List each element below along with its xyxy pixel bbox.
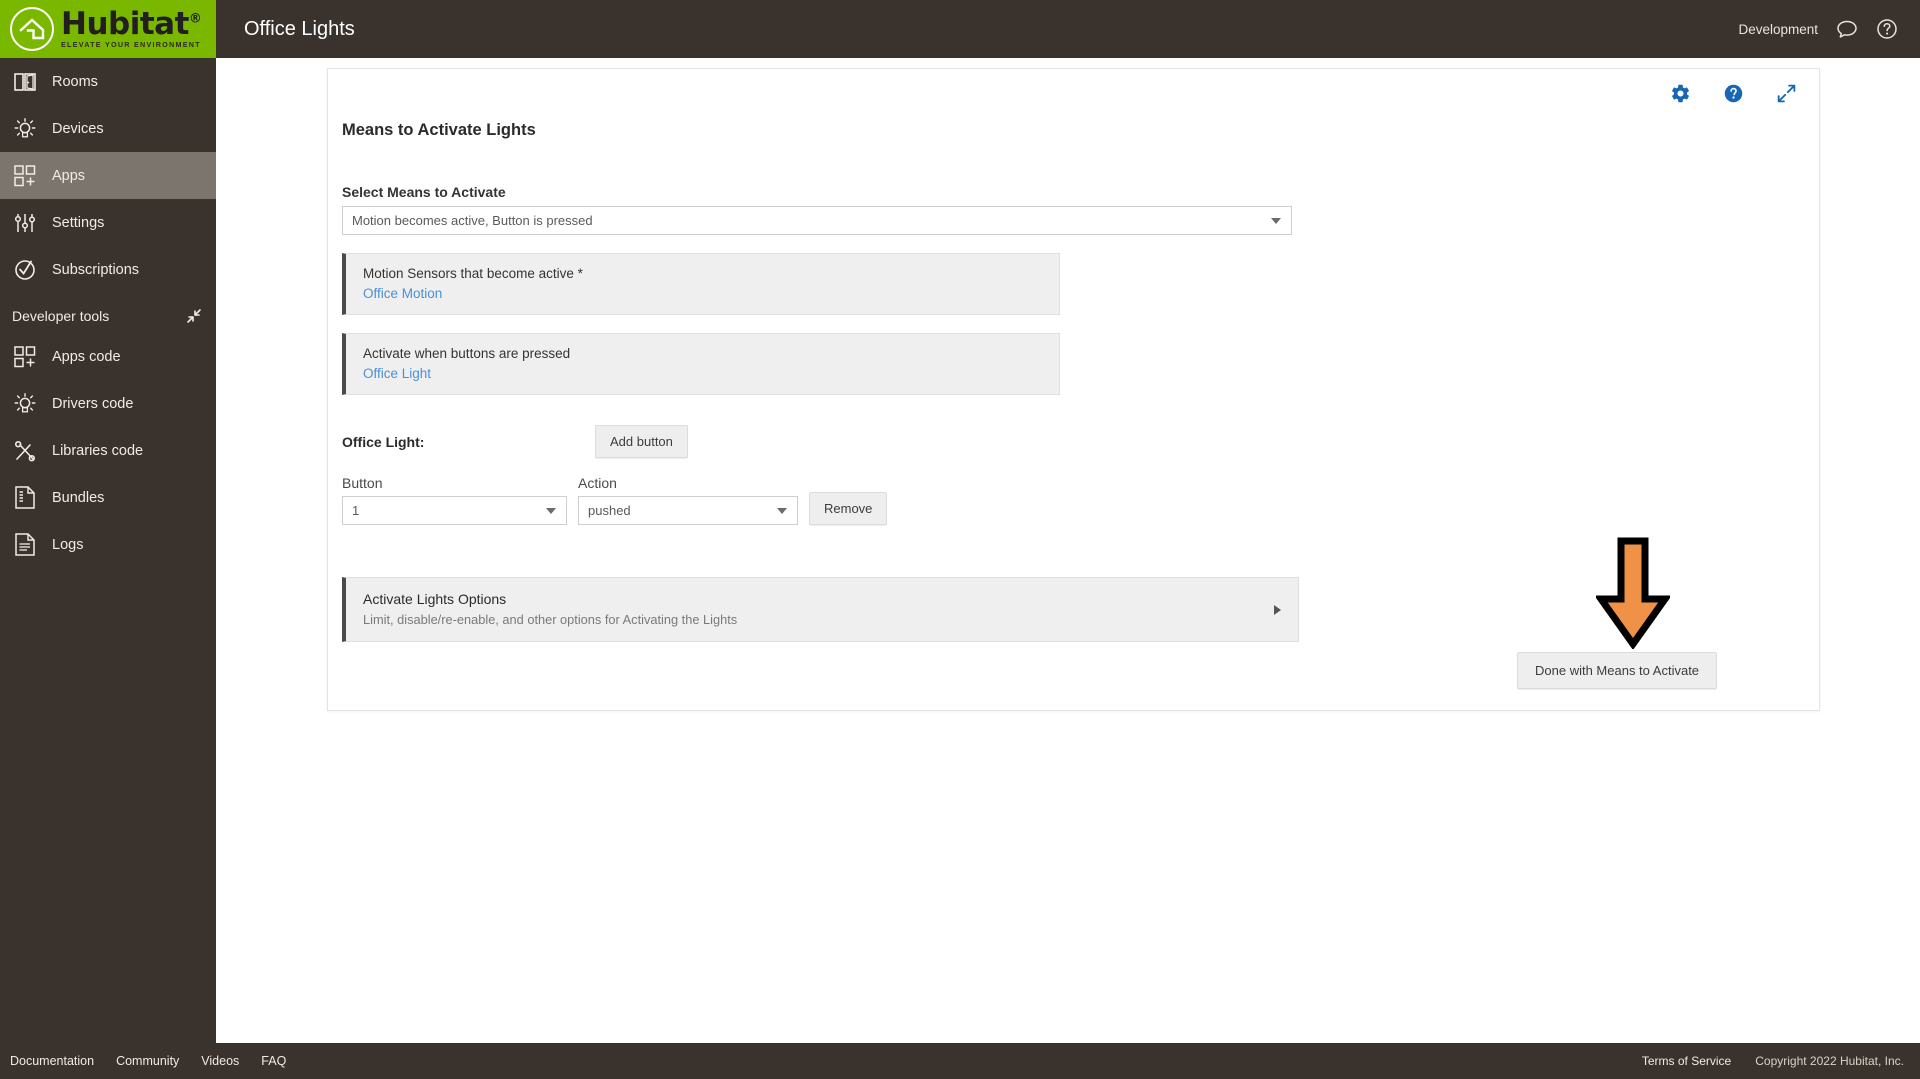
chevron-down-icon bbox=[546, 507, 556, 514]
buttons-pressed-device-link[interactable]: Office Light bbox=[363, 366, 1059, 381]
sidebar-item-label: Apps bbox=[52, 167, 86, 184]
sidebar-item-label: Settings bbox=[52, 214, 105, 231]
select-means-value: Motion becomes active, Button is pressed bbox=[352, 213, 593, 228]
help-circle-icon[interactable] bbox=[1876, 18, 1898, 40]
remove-button[interactable]: Remove bbox=[809, 492, 888, 525]
hubitat-house-logo-icon bbox=[10, 7, 54, 51]
buttons-pressed-card: Activate when buttons are pressed Office… bbox=[342, 333, 1060, 395]
button-number-dropdown[interactable]: 1 bbox=[342, 496, 567, 525]
sidebar-item-label: Drivers code bbox=[52, 395, 134, 412]
buttons-pressed-card-title: Activate when buttons are pressed bbox=[363, 346, 571, 361]
check-circle-icon bbox=[12, 257, 38, 283]
footer-copyright: Copyright 2022 Hubitat, Inc. bbox=[1755, 1054, 1904, 1068]
office-light-button-row: Office Light: Add button bbox=[342, 425, 1819, 458]
sidebar-item-logs[interactable]: Logs bbox=[0, 521, 216, 568]
add-button-button[interactable]: Add button bbox=[595, 425, 688, 458]
top-header-bar: Office Lights Development bbox=[216, 0, 1920, 58]
sidebar-item-label: Bundles bbox=[52, 489, 105, 506]
select-means-label: Select Means to Activate bbox=[342, 184, 506, 200]
expand-arrows-icon[interactable] bbox=[1776, 83, 1797, 104]
sidebar: Hubitat® ELEVATE YOUR ENVIRONMENT Rooms bbox=[0, 0, 216, 1079]
page-body: Means to Activate Lights Select Means to… bbox=[216, 58, 1920, 1022]
chevron-down-icon bbox=[777, 507, 787, 514]
action-select-group: Action pushed bbox=[578, 475, 798, 525]
developer-tools-label: Developer tools bbox=[12, 308, 110, 324]
mode-label: Development bbox=[1738, 21, 1818, 37]
help-circle-icon[interactable] bbox=[1723, 83, 1744, 104]
logs-document-icon bbox=[12, 532, 38, 558]
motion-sensors-card: Motion Sensors that become active * Offi… bbox=[342, 253, 1060, 315]
rooms-icon bbox=[12, 69, 38, 95]
action-value: pushed bbox=[588, 503, 631, 518]
section-title: Means to Activate Lights bbox=[342, 121, 536, 139]
sidebar-item-label: Apps code bbox=[52, 348, 121, 365]
sidebar-item-subscriptions[interactable]: Subscriptions bbox=[0, 246, 216, 293]
sidebar-item-label: Rooms bbox=[52, 73, 98, 90]
sidebar-item-devices[interactable]: Devices bbox=[0, 105, 216, 152]
sidebar-item-label: Devices bbox=[52, 120, 104, 137]
footer-link-videos[interactable]: Videos bbox=[201, 1054, 239, 1068]
button-number-value: 1 bbox=[352, 503, 360, 518]
panel-action-icons bbox=[1670, 83, 1797, 104]
motion-sensors-device-link[interactable]: Office Motion bbox=[363, 286, 1059, 301]
action-field-label: Action bbox=[578, 475, 617, 491]
button-action-controls: Button 1 Action pushed Remove bbox=[342, 475, 1819, 525]
collapse-arrows-icon[interactable] bbox=[186, 308, 202, 324]
sliders-icon bbox=[12, 210, 38, 236]
sidebar-item-rooms[interactable]: Rooms bbox=[0, 58, 216, 105]
apps-grid-icon bbox=[12, 163, 38, 189]
select-means-dropdown[interactable]: Motion becomes active, Button is pressed bbox=[342, 206, 1292, 235]
sidebar-item-label: Logs bbox=[52, 536, 84, 553]
footer-left-links: Documentation Community Videos FAQ bbox=[0, 1054, 286, 1068]
gear-icon[interactable] bbox=[1670, 83, 1691, 104]
sidebar-item-settings[interactable]: Settings bbox=[0, 199, 216, 246]
sidebar-item-drivers-code[interactable]: Drivers code bbox=[0, 380, 216, 427]
footer-link-community[interactable]: Community bbox=[116, 1054, 179, 1068]
footer-link-faq[interactable]: FAQ bbox=[261, 1054, 286, 1068]
button-field-label: Button bbox=[342, 475, 383, 491]
motion-sensors-card-title: Motion Sensors that become active * bbox=[363, 266, 583, 281]
logo-wordmark: Hubitat® bbox=[61, 6, 202, 43]
bundle-document-icon bbox=[12, 485, 38, 511]
chat-bubble-icon[interactable] bbox=[1836, 18, 1858, 40]
chevron-right-icon bbox=[1274, 604, 1281, 615]
activate-lights-options-card[interactable]: Activate Lights Options Limit, disable/r… bbox=[342, 577, 1299, 642]
logo-tagline: ELEVATE YOUR ENVIRONMENT bbox=[61, 40, 201, 50]
developer-tools-header[interactable]: Developer tools bbox=[0, 299, 216, 333]
sidebar-item-bundles[interactable]: Bundles bbox=[0, 474, 216, 521]
done-with-means-to-activate-button[interactable]: Done with Means to Activate bbox=[1517, 652, 1718, 689]
hubitat-logo[interactable]: Hubitat® ELEVATE YOUR ENVIRONMENT bbox=[0, 0, 216, 58]
action-dropdown[interactable]: pushed bbox=[578, 496, 798, 525]
sidebar-item-label: Subscriptions bbox=[52, 261, 140, 278]
device-bulb-icon bbox=[12, 116, 38, 142]
sidebar-item-libraries-code[interactable]: Libraries code bbox=[0, 427, 216, 474]
chevron-down-icon bbox=[1271, 217, 1281, 224]
footer-link-documentation[interactable]: Documentation bbox=[10, 1054, 94, 1068]
activate-lights-options-subtitle: Limit, disable/re-enable, and other opti… bbox=[363, 612, 738, 627]
button-select-group: Button 1 bbox=[342, 475, 567, 525]
office-light-label: Office Light: bbox=[342, 433, 425, 450]
footer-link-terms-of-service[interactable]: Terms of Service bbox=[1642, 1054, 1731, 1068]
footer-bar: Documentation Community Videos FAQ Terms… bbox=[0, 1043, 1920, 1079]
tools-icon bbox=[12, 438, 38, 464]
activate-lights-options-title: Activate Lights Options bbox=[363, 591, 507, 607]
orange-down-arrow-annotation bbox=[1594, 537, 1672, 654]
device-bulb-icon bbox=[12, 391, 38, 417]
footer-right-group: Terms of Service Copyright 2022 Hubitat,… bbox=[1642, 1054, 1920, 1068]
page-title: Office Lights bbox=[244, 17, 355, 40]
sidebar-item-apps[interactable]: Apps bbox=[0, 152, 216, 199]
sidebar-item-apps-code[interactable]: Apps code bbox=[0, 333, 216, 380]
apps-grid-icon bbox=[12, 344, 38, 370]
top-header-right-group: Development bbox=[1738, 18, 1920, 40]
hubitat-app-window: Hubitat® ELEVATE YOUR ENVIRONMENT Rooms bbox=[0, 0, 1920, 1079]
sidebar-item-label: Libraries code bbox=[52, 442, 144, 459]
